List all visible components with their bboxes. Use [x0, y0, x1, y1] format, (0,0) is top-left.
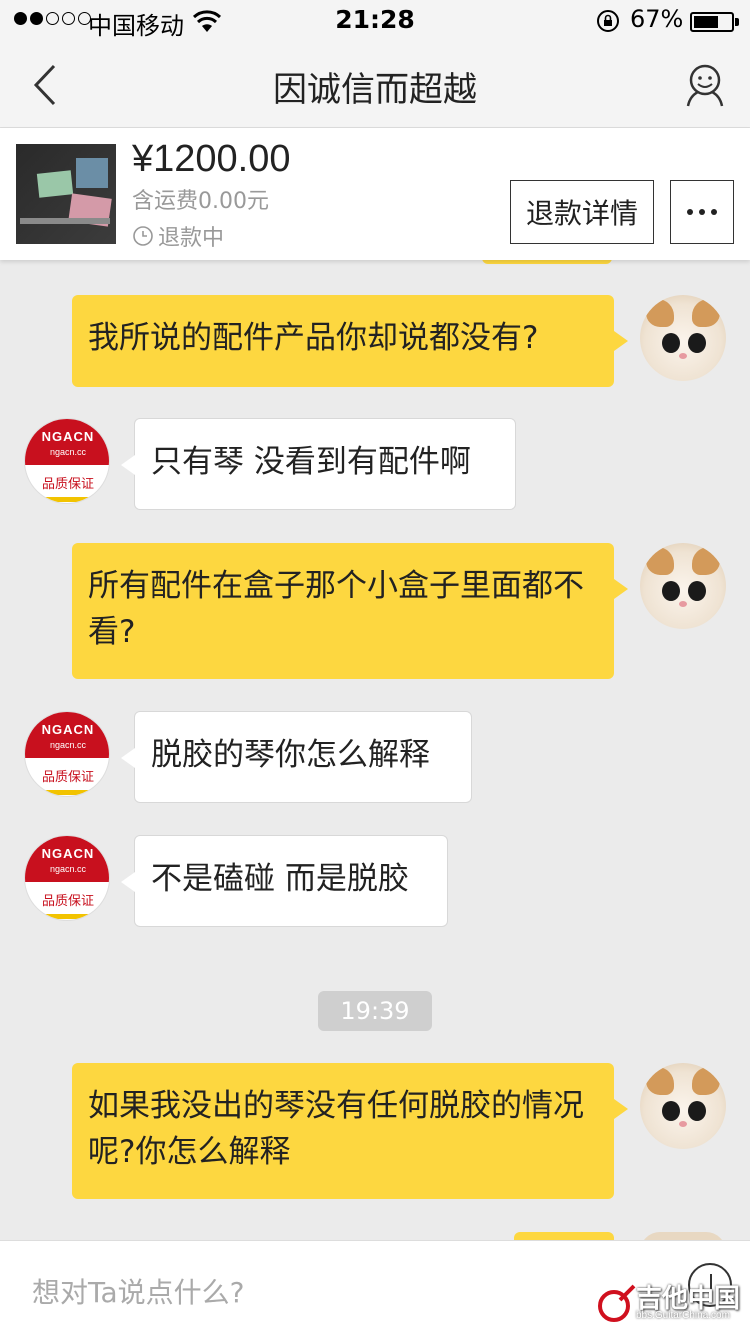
refund-status: 退款中 — [132, 220, 224, 252]
watermark: 吉他中国 bbs.GuitarChina.com — [596, 1278, 746, 1330]
previous-message-bubble — [482, 260, 612, 264]
status-bar: 中国移动 21:28 67% — [0, 0, 750, 40]
more-dots-icon — [687, 209, 693, 215]
order-card[interactable]: ¥1200.00 含运费0.00元 退款中 退款详情 — [0, 128, 750, 260]
chat-area[interactable]: 我所说的配件产品你却说都没有? NGACN ngacn.cc 品质保证 只有琴 … — [0, 260, 750, 1240]
refund-status-label: 退款中 — [158, 226, 225, 251]
rotation-lock-icon — [597, 10, 619, 32]
shop-avatar[interactable]: NGACN ngacn.cc 品质保证 — [24, 711, 110, 797]
battery-icon — [690, 12, 734, 32]
message-text: 不是磕碰 而是脱胶 — [151, 861, 409, 897]
next-message-bubble — [514, 1232, 614, 1240]
battery-fill — [694, 16, 718, 28]
guitar-logo-icon — [598, 1284, 636, 1322]
message-text: 只有琴 没看到有配件啊 — [151, 444, 471, 480]
shop-avatar[interactable]: NGACN ngacn.cc 品质保证 — [24, 835, 110, 921]
profile-icon[interactable] — [684, 62, 726, 108]
shop-avatar[interactable]: NGACN ngacn.cc 品质保证 — [24, 418, 110, 504]
shop-message-bubble[interactable]: 不是磕碰 而是脱胶 — [121, 835, 448, 927]
more-options-button[interactable] — [670, 180, 734, 244]
nav-bar: 因诚信而超越 — [0, 40, 750, 128]
my-avatar[interactable] — [640, 295, 726, 381]
shop-message-bubble[interactable]: 脱胶的琴你怎么解释 — [121, 711, 472, 803]
my-message-bubble[interactable]: 所有配件在盒子那个小盒子里面都不看? — [72, 543, 628, 679]
product-thumbnail[interactable] — [16, 144, 116, 244]
message-text: 我所说的配件产品你却说都没有? — [88, 320, 539, 356]
clock-icon — [133, 226, 153, 246]
message-text: 脱胶的琴你怎么解释 — [151, 737, 430, 773]
my-message-bubble[interactable]: 我所说的配件产品你却说都没有? — [72, 295, 628, 387]
battery-percent: 67% — [630, 5, 684, 33]
shop-message-bubble[interactable]: 只有琴 没看到有配件啊 — [121, 418, 516, 510]
message-text: 如果我没出的琴没有任何脱胶的情况呢?你怎么解释 — [88, 1088, 584, 1170]
message-text: 所有配件在盒子那个小盒子里面都不看? — [88, 568, 584, 650]
order-price: ¥1200.00 — [132, 138, 291, 180]
watermark-url: bbs.GuitarChina.com — [636, 1310, 730, 1321]
page-title: 因诚信而超越 — [273, 70, 477, 110]
battery-tip — [735, 18, 739, 26]
shipping-fee: 含运费0.00元 — [132, 189, 269, 214]
next-message-avatar — [640, 1232, 726, 1240]
refund-details-button[interactable]: 退款详情 — [510, 180, 654, 244]
my-message-bubble[interactable]: 如果我没出的琴没有任何脱胶的情况呢?你怎么解释 — [72, 1063, 628, 1199]
message-input[interactable]: 想对Ta说点什么? — [32, 1271, 245, 1311]
timestamp-divider: 19:39 — [318, 991, 432, 1031]
my-avatar[interactable] — [640, 1063, 726, 1149]
my-avatar[interactable] — [640, 543, 726, 629]
